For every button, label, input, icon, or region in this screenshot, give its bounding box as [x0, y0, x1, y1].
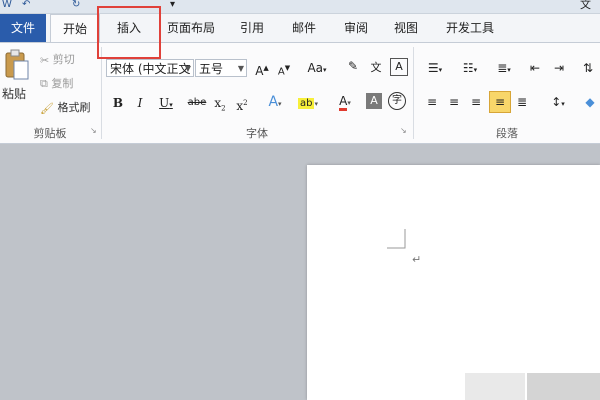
line-spacing-button[interactable]: ↕▾: [544, 92, 572, 112]
character-shading-label: A: [370, 94, 378, 107]
clipboard-launcher-icon[interactable]: ↘: [90, 127, 98, 135]
insert-tab-highlight: [97, 6, 161, 59]
enclose-characters-label: 字: [392, 95, 402, 106]
page-shadow-block: [465, 373, 525, 400]
justify-icon[interactable]: ≡: [489, 91, 511, 113]
grow-font-button[interactable]: A▲: [252, 58, 272, 78]
bullets-button[interactable]: ☰▾: [420, 58, 450, 78]
bold-label: B: [112, 96, 124, 110]
ribbon: 粘贴 ✂ 剪切 ⧉ 复制 🖌 格式刷 剪贴板 ↘ 宋体 (中文正文 ▼ 五号 ▼…: [0, 42, 600, 144]
sort-icon[interactable]: ⇅: [578, 58, 598, 78]
paragraph-group-label: 段落: [496, 127, 518, 140]
character-shading-button[interactable]: A: [366, 93, 382, 109]
tab-mailings[interactable]: 邮件: [284, 14, 324, 42]
clipboard-group-label: 剪贴板: [33, 127, 67, 140]
chevron-down-icon: ▼: [237, 64, 244, 73]
increase-indent-icon[interactable]: ⇥: [549, 58, 569, 78]
ribbon-tab-bar: 文件 开始 插入 页面布局 引用 邮件 审阅 视图 开发工具: [0, 14, 600, 42]
underline-label: U: [159, 96, 170, 110]
numbering-button[interactable]: ☷▾: [455, 58, 485, 78]
line-spacing-icon: ↕: [551, 95, 562, 109]
undo-icon[interactable]: ↶: [22, 0, 30, 11]
align-left-icon[interactable]: ≡: [422, 92, 442, 112]
shading-icon[interactable]: ◆: [580, 92, 600, 112]
text-effects-button[interactable]: A▾: [262, 92, 288, 112]
multilevel-list-icon: ≣: [497, 61, 508, 75]
font-name-select[interactable]: 宋体 (中文正文 ▼: [106, 59, 194, 77]
strikethrough-label: abe: [187, 97, 207, 108]
tab-file[interactable]: 文件: [0, 14, 46, 42]
chevron-down-icon: ▼: [184, 64, 191, 73]
paste-icon: [5, 49, 29, 80]
phonetic-guide-label: 文: [370, 61, 382, 74]
quick-access-toolbar: W ↶ ↻ ▾ 文: [0, 0, 600, 14]
strikethrough-button[interactable]: abe: [186, 93, 208, 113]
paste-button[interactable]: 粘贴: [2, 47, 30, 107]
tab-review[interactable]: 审阅: [336, 14, 376, 42]
window-title: 文: [580, 0, 591, 11]
cut-label: 剪切: [52, 53, 75, 66]
tab-developer[interactable]: 开发工具: [440, 14, 500, 42]
document-page[interactable]: ↵: [307, 165, 600, 400]
cut-button[interactable]: ✂ 剪切: [40, 51, 75, 67]
paste-label: 粘贴: [2, 87, 27, 101]
subscript-button[interactable]: x2: [210, 93, 230, 113]
tab-page-layout[interactable]: 页面布局: [160, 14, 222, 42]
superscript-button[interactable]: x2: [232, 93, 252, 113]
format-painter-label: 格式刷: [57, 101, 91, 114]
tab-home[interactable]: 开始: [50, 14, 100, 42]
italic-label: I: [137, 96, 143, 110]
bullet-list-icon: ☰: [427, 61, 439, 75]
shrink-font-label: A: [277, 66, 285, 78]
word-logo-icon: W: [2, 0, 12, 10]
phonetic-guide-button[interactable]: 文: [366, 58, 386, 78]
page-shadow-block: [527, 373, 600, 400]
decrease-indent-icon[interactable]: ⇤: [525, 58, 545, 78]
font-group-label: 字体: [246, 127, 268, 140]
customize-qat-icon[interactable]: ▾: [170, 0, 175, 11]
font-size-select[interactable]: 五号 ▼: [195, 59, 247, 77]
change-case-button[interactable]: Aa▾: [304, 58, 330, 78]
bold-button[interactable]: B: [108, 93, 128, 113]
clear-format-icon[interactable]: ✎: [343, 56, 363, 76]
align-right-icon[interactable]: ≡: [466, 92, 486, 112]
tab-references[interactable]: 引用: [232, 14, 272, 42]
change-case-label: Aa: [307, 61, 324, 75]
copy-button[interactable]: ⧉ 复制: [40, 75, 73, 91]
redo-icon[interactable]: ↻: [72, 0, 80, 11]
align-center-icon[interactable]: ≡: [444, 92, 464, 112]
font-name-value: 宋体 (中文正文: [110, 62, 191, 76]
font-size-value: 五号: [199, 62, 224, 76]
underline-button[interactable]: U▾: [152, 93, 180, 113]
format-painter-button[interactable]: 🖌 格式刷: [40, 99, 90, 115]
brush-icon: 🖌: [40, 101, 54, 115]
distributed-align-icon[interactable]: ≣: [512, 92, 532, 112]
paragraph-mark: ↵: [412, 253, 422, 266]
font-color-button[interactable]: A▾: [332, 91, 358, 111]
italic-button[interactable]: I: [130, 93, 150, 113]
highlighter-icon: ab: [298, 98, 315, 109]
character-border-button[interactable]: A: [390, 58, 408, 76]
tab-view[interactable]: 视图: [386, 14, 426, 42]
copy-label: 复制: [51, 77, 74, 90]
multilevel-list-button[interactable]: ≣▾: [489, 58, 519, 78]
scissors-icon: ✂: [40, 53, 50, 67]
margin-corner-mark: [387, 229, 406, 249]
highlight-color-button[interactable]: ab ▾: [294, 92, 322, 112]
enclose-characters-button[interactable]: 字: [388, 92, 406, 110]
copy-icon: ⧉: [40, 77, 48, 90]
font-launcher-icon[interactable]: ↘: [400, 127, 408, 135]
numbered-list-icon: ☷: [462, 61, 474, 75]
shrink-font-button[interactable]: A▼: [274, 58, 294, 78]
